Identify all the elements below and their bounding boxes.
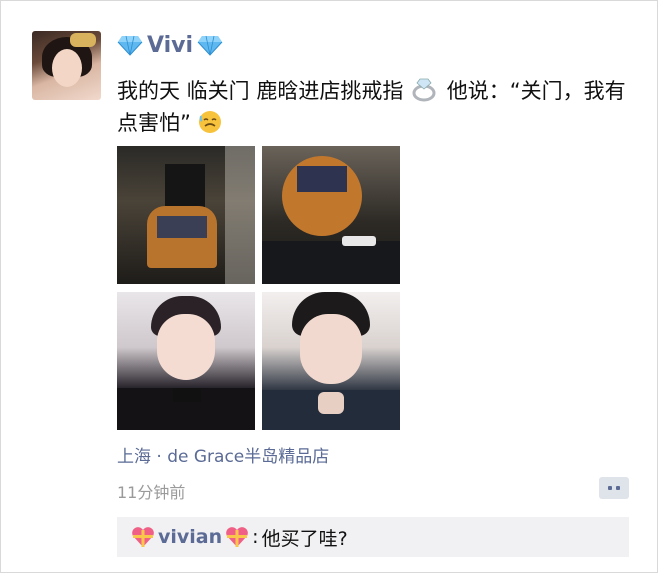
- photo-3[interactable]: [117, 292, 255, 430]
- commenter-name[interactable]: vivian: [158, 526, 222, 548]
- post-time: 11分钟前: [117, 483, 186, 502]
- diamond-icon: [117, 35, 143, 56]
- post-text-part1: 我的天 临关门 鹿晗进店挑戒指: [117, 79, 404, 103]
- heart-gift-icon: [132, 527, 154, 547]
- ring-icon: [412, 78, 436, 102]
- photo-1[interactable]: [117, 146, 255, 284]
- diamond-icon: [197, 35, 223, 56]
- comment-action-button[interactable]: [599, 477, 629, 499]
- avatar[interactable]: [32, 31, 101, 100]
- comment-separator: :: [252, 526, 259, 548]
- post-text: 我的天 临关门 鹿晗进店挑戒指 他说：“关门，我有点害怕”: [117, 75, 627, 139]
- photo-2[interactable]: [262, 146, 400, 284]
- more-dots-icon: [608, 486, 612, 490]
- comment-section: vivian : 他买了哇?: [117, 517, 629, 557]
- cold-sweat-emoji-icon: [198, 111, 221, 133]
- username-row[interactable]: Vivi: [117, 31, 223, 59]
- location-link[interactable]: 上海 · de Grace半岛精品店: [117, 442, 329, 467]
- comment-item[interactable]: vivian : 他买了哇?: [131, 517, 348, 557]
- photo-4[interactable]: [262, 292, 400, 430]
- username[interactable]: Vivi: [147, 33, 193, 58]
- more-dots-icon-dot: [616, 486, 620, 490]
- moments-post: Vivi 我的天 临关门 鹿晗进店挑戒指 他说：“关门，我有点害怕” 上海 · …: [0, 0, 658, 573]
- heart-gift-icon: [226, 527, 248, 547]
- comment-text: 他买了哇?: [261, 527, 348, 550]
